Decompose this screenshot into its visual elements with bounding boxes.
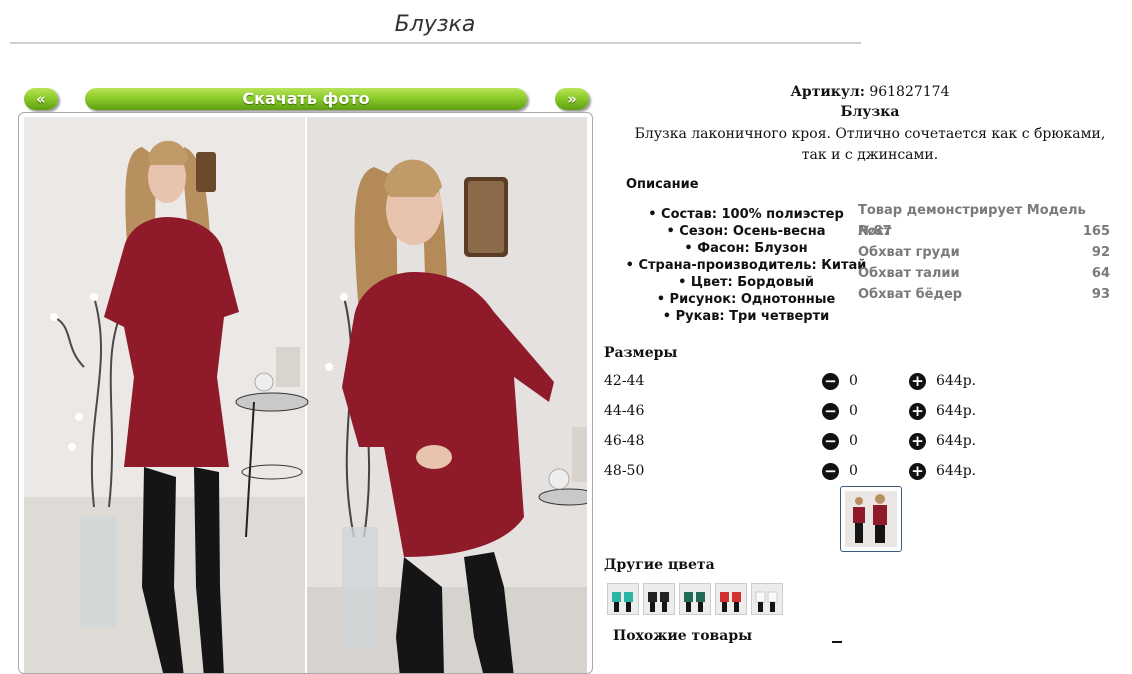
size-quantity: 0 — [849, 463, 858, 479]
plus-icon[interactable]: + — [909, 403, 926, 420]
product-description: Блузка лаконичного кроя. Отлично сочетае… — [634, 126, 1106, 163]
size-price: 644р. — [936, 433, 977, 449]
model-row-waist: Обхват талии 64 — [858, 263, 1110, 284]
property-list: Состав: 100% полиэстер Сезон: Осень-весн… — [604, 206, 888, 325]
download-photo-button[interactable]: Скачать фото — [85, 88, 527, 110]
color-variant-thumbnail[interactable] — [607, 583, 639, 615]
product-name: Блузка — [840, 104, 900, 120]
size-price: 644р. — [936, 373, 977, 389]
model-row-value: 64 — [1091, 266, 1110, 281]
description-heading: Описание — [626, 177, 699, 192]
size-quantity: 0 — [849, 373, 858, 389]
size-label: 48-50 — [604, 463, 645, 479]
property-item: Сезон: Осень-весна — [604, 223, 888, 240]
property-item: Фасон: Блузон — [604, 240, 888, 257]
property-item: Цвет: Бордовый — [604, 274, 888, 291]
model-row-label: Обхват талии — [858, 266, 960, 281]
size-row: 44-46 − 0 + 644р. — [604, 401, 984, 431]
size-quantity: 0 — [849, 403, 858, 419]
thumbnail-image — [845, 491, 897, 547]
minus-icon[interactable]: − — [822, 463, 839, 480]
size-price: 644р. — [936, 403, 977, 419]
property-item: Страна-производитель: Китай — [604, 257, 888, 274]
property-item: Рукав: Три четверти — [604, 308, 888, 325]
color-variant-thumbnail[interactable] — [715, 583, 747, 615]
size-label: 42-44 — [604, 373, 645, 389]
article-line: Артикул: 961827174 — [604, 84, 1132, 100]
color-variant-image — [752, 584, 782, 614]
other-colors-heading: Другие цвета — [604, 557, 715, 573]
color-variant-image — [716, 584, 746, 614]
property-item: Состав: 100% полиэстер — [604, 206, 888, 223]
size-label: 46-48 — [604, 433, 645, 449]
minus-icon[interactable]: − — [822, 403, 839, 420]
product-photo-frame — [18, 112, 593, 674]
size-row: 46-48 − 0 + 644р. — [604, 431, 984, 461]
size-label: 44-46 — [604, 403, 645, 419]
color-variant-image — [644, 584, 674, 614]
model-row-label: Обхват груди — [858, 245, 960, 260]
color-variant-thumbnail[interactable] — [643, 583, 675, 615]
article-value: 961827174 — [869, 84, 950, 100]
color-variant-thumbnail[interactable] — [751, 583, 783, 615]
model-row-hips: Обхват бёдер 93 — [858, 284, 1110, 305]
plus-icon[interactable]: + — [909, 373, 926, 390]
plus-icon[interactable]: + — [909, 433, 926, 450]
product-photo[interactable] — [24, 117, 587, 674]
article-label: Артикул: — [790, 84, 865, 100]
model-title: Товар демонстрирует Модель №87 — [858, 203, 1086, 239]
color-variant-thumbnail[interactable] — [679, 583, 711, 615]
size-quantity: 0 — [849, 433, 858, 449]
sizes-heading: Размеры — [604, 345, 678, 361]
model-row-height: Рост 165 — [858, 221, 1110, 242]
model-measurements: Товар демонстрирует Модель №87 Рост 165 … — [858, 200, 1110, 305]
minus-icon[interactable]: − — [822, 373, 839, 390]
next-photo-button[interactable]: » — [555, 88, 589, 110]
similar-products-heading: Похожие товары — [613, 628, 753, 644]
color-variant-image — [608, 584, 638, 614]
model-row-label: Обхват бёдер — [858, 287, 963, 302]
plus-icon[interactable]: + — [909, 463, 926, 480]
divider-dash — [832, 641, 842, 643]
size-row: 48-50 − 0 + 644р. — [604, 461, 984, 491]
model-row-label: Рост — [858, 224, 892, 239]
title-divider — [10, 42, 861, 44]
model-row-value: 93 — [1091, 287, 1110, 302]
property-item: Рисунок: Однотонные — [604, 291, 888, 308]
model-row-chest: Обхват груди 92 — [858, 242, 1110, 263]
current-photo-thumbnail[interactable] — [840, 486, 902, 552]
minus-icon[interactable]: − — [822, 433, 839, 450]
size-price: 644р. — [936, 463, 977, 479]
page-title: Блузка — [394, 12, 476, 37]
model-row-value: 165 — [1082, 224, 1110, 239]
color-variant-image — [680, 584, 710, 614]
size-row: 42-44 − 0 + 644р. — [604, 371, 984, 401]
model-row-value: 92 — [1091, 245, 1110, 260]
prev-photo-button[interactable]: « — [24, 88, 58, 110]
